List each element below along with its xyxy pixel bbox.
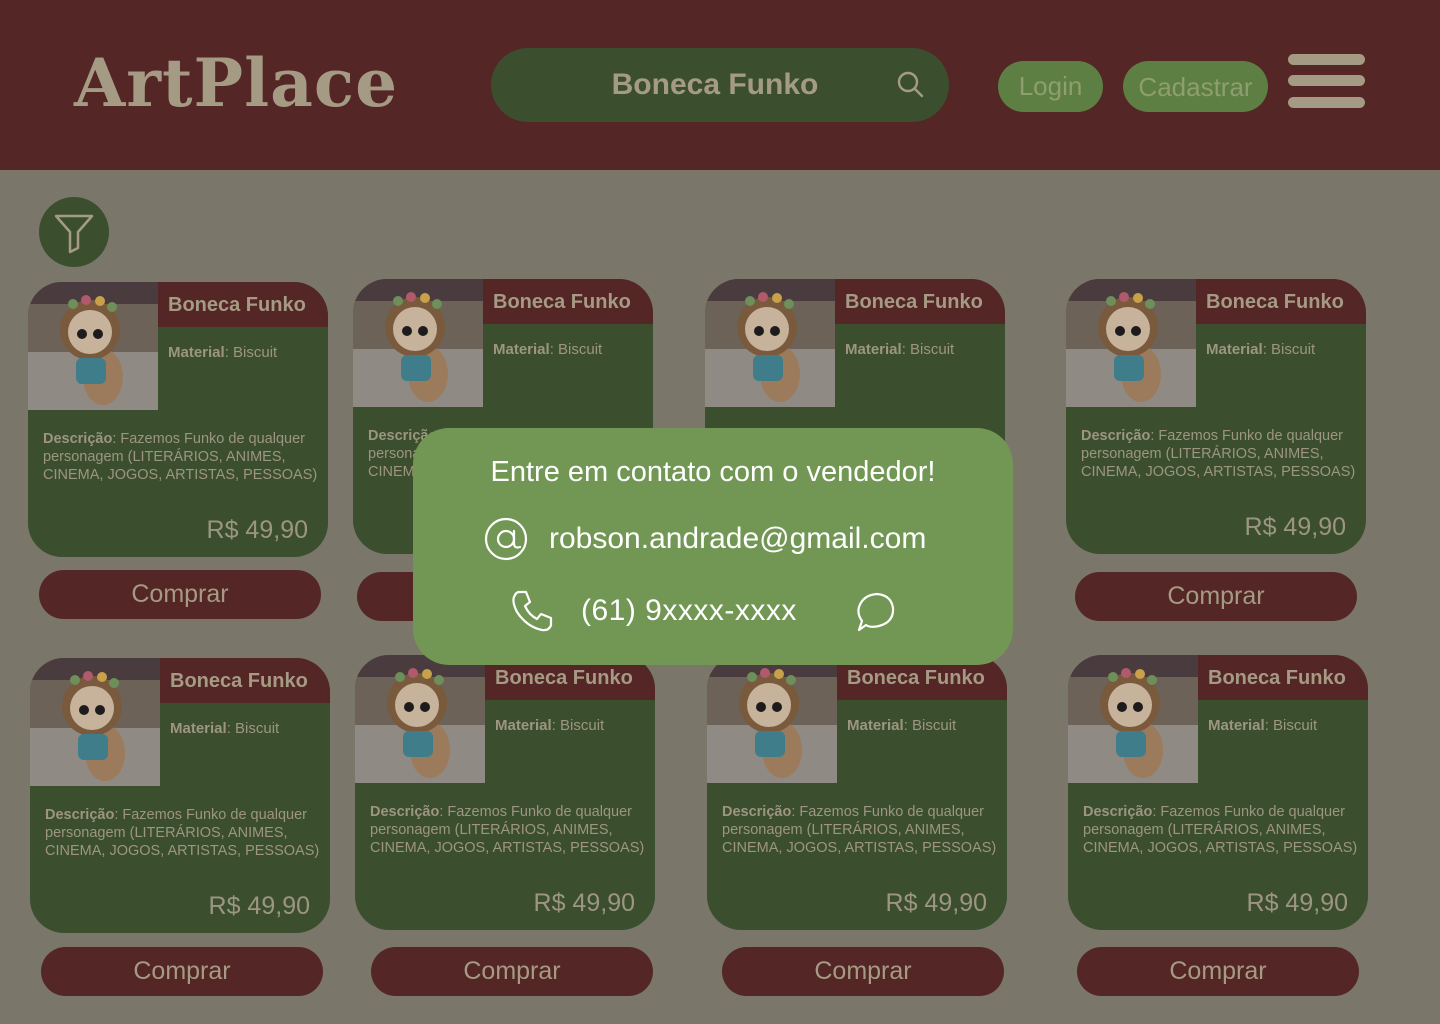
material-value: Biscuit <box>1271 341 1316 358</box>
product-title[interactable]: Boneca Funko <box>1208 667 1346 690</box>
product-material: Material: Biscuit <box>168 344 278 361</box>
product-material: Material: Biscuit <box>495 717 605 734</box>
product-description: Descrição: Fazemos Funko de qualquer per… <box>370 804 645 856</box>
seller-phone[interactable]: (61) 9xxxx-xxxx <box>581 594 797 628</box>
product-image <box>30 658 160 786</box>
product-title[interactable]: Boneca Funko <box>493 291 631 314</box>
material-value: Biscuit <box>910 341 955 358</box>
description-label: Descrição <box>722 804 792 820</box>
product-material: Material: Biscuit <box>493 341 603 358</box>
product-image <box>355 655 485 783</box>
product-material: Material: Biscuit <box>1208 717 1318 734</box>
product-material: Material: Biscuit <box>845 341 955 358</box>
product-card[interactable]: Boneca Funko Material: Biscuit Descrição: … <box>707 655 1007 930</box>
register-button[interactable]: Cadastrar <box>1123 61 1268 112</box>
material-value: Biscuit <box>235 720 280 737</box>
search-icon[interactable] <box>896 70 924 98</box>
description-label: Descrição <box>1083 804 1153 820</box>
material-label: Material <box>1206 341 1263 358</box>
product-image <box>705 279 835 407</box>
product-card[interactable]: Boneca Funko Material: Biscuit Descrição: … <box>355 655 655 930</box>
product-description: Descrição: Fazemos Funko de qualquer per… <box>45 807 320 859</box>
material-value: Biscuit <box>912 717 957 734</box>
product-material: Material: Biscuit <box>170 720 280 737</box>
description-label: Descrição <box>370 804 440 820</box>
product-title[interactable]: Boneca Funko <box>170 670 308 693</box>
search-bar[interactable]: Boneca Funko <box>491 48 949 122</box>
material-label: Material <box>1208 717 1265 734</box>
description-label: Descrição <box>1081 428 1151 444</box>
filter-button[interactable] <box>39 197 109 267</box>
search-input[interactable]: Boneca Funko <box>491 48 939 122</box>
buy-button[interactable]: Comprar <box>41 947 323 996</box>
material-label: Material <box>495 717 552 734</box>
seller-email[interactable]: robson.andrade@gmail.com <box>549 522 926 556</box>
buy-button[interactable]: Comprar <box>722 947 1004 996</box>
modal-title: Entre em contato com o vendedor! <box>490 456 936 488</box>
login-button[interactable]: Login <box>998 61 1103 112</box>
material-label: Material <box>847 717 904 734</box>
contact-modal: Entre em contato com o vendedor! robson.… <box>413 428 1013 665</box>
logo[interactable]: ArtPlace <box>74 44 398 122</box>
product-description: Descrição: Fazemos Funko de qualquer per… <box>43 431 318 483</box>
buy-button[interactable]: Comprar <box>39 570 321 619</box>
product-card[interactable]: Boneca Funko Material: Biscuit Descrição: … <box>1068 655 1368 930</box>
at-sign-icon <box>484 517 528 561</box>
product-description: Descrição: Fazemos Funko de qualquer per… <box>722 804 997 856</box>
product-image <box>1068 655 1198 783</box>
product-card[interactable]: Boneca Funko Material: Biscuit Descrição: … <box>30 658 330 933</box>
product-price: R$ 49,90 <box>1244 513 1346 541</box>
product-description: Descrição: Fazemos Funko de qualquer per… <box>1083 804 1358 856</box>
material-value: Biscuit <box>233 344 278 361</box>
product-material: Material: Biscuit <box>847 717 957 734</box>
product-card[interactable]: Boneca Funko Material: Biscuit Descrição: … <box>28 282 328 557</box>
product-image <box>28 282 158 410</box>
header: ArtPlace Boneca Funko Login Cadastrar <box>0 0 1440 170</box>
product-image <box>353 279 483 407</box>
product-price: R$ 49,90 <box>206 516 308 544</box>
product-card[interactable]: Boneca Funko Material: Biscuit Descrição: … <box>1066 279 1366 554</box>
material-label: Material <box>168 344 225 361</box>
product-price: R$ 49,90 <box>885 889 987 917</box>
product-price: R$ 49,90 <box>1246 889 1348 917</box>
product-image <box>1066 279 1196 407</box>
buy-button[interactable]: Comprar <box>1075 572 1357 621</box>
product-image <box>707 655 837 783</box>
material-label: Material <box>170 720 227 737</box>
buy-button[interactable]: Comprar <box>371 947 653 996</box>
product-price: R$ 49,90 <box>533 889 635 917</box>
phone-icon <box>512 590 553 632</box>
description-label: Descrição <box>43 431 113 447</box>
product-title[interactable]: Boneca Funko <box>847 667 985 690</box>
product-title[interactable]: Boneca Funko <box>168 294 306 317</box>
material-value: Biscuit <box>1273 717 1318 734</box>
material-label: Material <box>493 341 550 358</box>
filter-icon <box>54 214 94 254</box>
chat-bubble-icon[interactable] <box>853 590 897 634</box>
description-label: Descrição <box>45 807 115 823</box>
material-value: Biscuit <box>560 717 605 734</box>
product-material: Material: Biscuit <box>1206 341 1316 358</box>
product-title[interactable]: Boneca Funko <box>845 291 983 314</box>
product-title[interactable]: Boneca Funko <box>1206 291 1344 314</box>
product-price: R$ 49,90 <box>208 892 310 920</box>
menu-icon[interactable] <box>1288 54 1365 108</box>
product-description: Descrição: Fazemos Funko de qualquer per… <box>1081 428 1356 480</box>
product-title[interactable]: Boneca Funko <box>495 667 633 690</box>
material-value: Biscuit <box>558 341 603 358</box>
material-label: Material <box>845 341 902 358</box>
buy-button[interactable]: Comprar <box>1077 947 1359 996</box>
